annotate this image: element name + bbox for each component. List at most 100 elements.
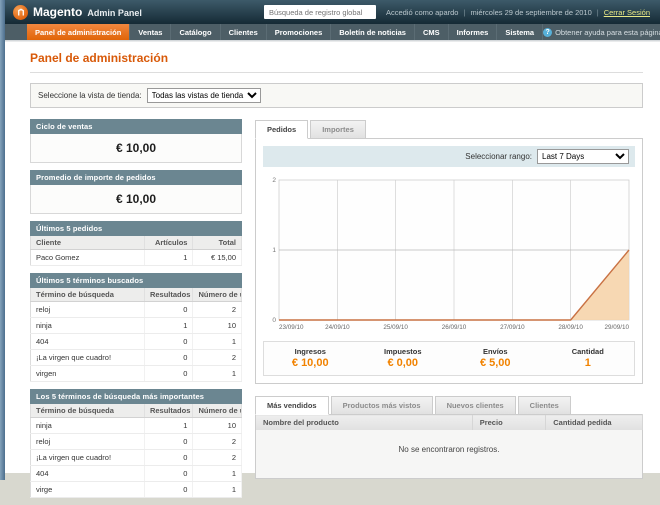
magento-admin-window: Magento Admin Panel Accedió como apardo … (5, 0, 660, 498)
svg-text:25/09/10: 25/09/10 (383, 324, 408, 331)
stat-value: € 10,00 (291, 357, 329, 369)
table-row[interactable]: ¡La virgen que cuadro! 0 2 (30, 449, 242, 466)
table-cell: ¡La virgen que cuadro! (30, 449, 145, 466)
stat-impuestos: Impuestos € 0,00 (357, 347, 450, 369)
store-switcher-label: Seleccione la vista de tienda: (38, 91, 142, 100)
main-menu-bar: Panel de administración Ventas Catálogo Cli… (5, 24, 660, 40)
nav-item-panel-de-administracion[interactable]: Panel de administración (27, 24, 131, 40)
svg-text:26/09/10: 26/09/10 (442, 324, 467, 331)
table-row[interactable]: virge 0 1 (30, 481, 242, 498)
nav-item-clientes[interactable]: Clientes (221, 24, 267, 40)
table-cell: 1 (192, 365, 242, 382)
range-select[interactable]: Last 7 Days (537, 149, 629, 164)
store-view-select[interactable]: Todas las vistas de tienda (146, 88, 261, 103)
nav-item-boletin-de-noticias[interactable]: Boletín de noticias (331, 24, 415, 40)
table-row[interactable]: ¡La virgen que cuadro! 0 2 (30, 349, 242, 366)
products-table: Nombre del producto Precio Cantidad pedida… (255, 414, 643, 479)
column-header-precio: Precio (472, 414, 547, 430)
table-cell: 2 (192, 349, 242, 366)
nav-item-informes[interactable]: Informes (449, 24, 498, 40)
page-title: Panel de administración (30, 51, 643, 73)
panel-title: Promedio de importe de pedidos (30, 170, 242, 185)
chart-tab-pedidos[interactable]: Pedidos (255, 120, 309, 139)
svg-text:27/09/10: 27/09/10 (500, 324, 525, 331)
table-cell: reloj (30, 433, 145, 450)
svg-text:23/09/10: 23/09/10 (279, 324, 304, 331)
panel-title: Últimos 5 términos buscados (30, 273, 242, 288)
table-cell: 1 (192, 481, 242, 498)
help-label: Obtener ayuda para esta página (555, 27, 660, 37)
stat-ingresos: Ingresos € 10,00 (264, 347, 357, 369)
top-search-terms-table: Término de búsquedaResultadosNúmero de u… (30, 404, 242, 498)
table-row[interactable]: 404 0 1 (30, 465, 242, 482)
nav-item-promociones[interactable]: Promociones (267, 24, 332, 40)
totals-row: Ingresos € 10,00 Impuestos € 0,00 Envíos € 5,… (263, 341, 635, 376)
chart-tab-importes[interactable]: Importes (310, 120, 366, 139)
average-orders-value: € 10,00 (30, 185, 242, 214)
table-row[interactable]: reloj 0 2 (30, 433, 242, 450)
header-separator: | (463, 7, 466, 17)
nav-item-sistema[interactable]: Sistema (497, 24, 544, 40)
store-switcher: Seleccione la vista de tienda: Todas las… (30, 83, 643, 108)
empty-records-message: No se encontraron registros. (255, 430, 643, 479)
stat-value: € 5,00 (479, 357, 511, 369)
dashboard-sidebar: Ciclo de ventas € 10,00 Promedio de impo… (30, 119, 242, 505)
column-header-total: Total (192, 236, 242, 250)
table-cell: 1 (192, 465, 242, 482)
nav-item-catalogo[interactable]: Catálogo (171, 24, 221, 40)
brand-name: Magento (33, 5, 83, 19)
stat-cantidad: Cantidad 1 (542, 347, 635, 369)
svg-text:2: 2 (272, 177, 276, 184)
logged-in-as: Accedió como apardo (385, 7, 459, 17)
table-cell: ¡La virgen que cuadro! (30, 349, 145, 366)
nav-item-ventas[interactable]: Ventas (130, 24, 172, 40)
table-row[interactable]: reloj 0 2 (30, 301, 242, 318)
help-icon: ? (543, 27, 553, 37)
table-cell: 0 (144, 365, 194, 382)
page-help-link[interactable]: ? Obtener ayuda para esta página (543, 24, 660, 40)
grid-tab-mas-vendidos[interactable]: Más vendidos (255, 396, 329, 415)
nav-item-cms[interactable]: CMS (415, 24, 449, 40)
svg-text:24/09/10: 24/09/10 (325, 324, 350, 331)
column-header-termino-de-busqueda: Término de búsqueda (30, 288, 145, 302)
global-search-input[interactable] (263, 5, 376, 19)
stat-label: Ingresos (294, 347, 326, 356)
column-header-numero-de-usos: Número de usos (192, 288, 242, 302)
column-header-cantidad-pedida: Cantidad pedida (545, 414, 643, 430)
chart-container: Seleccionar rango: Last 7 Days 0 1 2 23/09/… (255, 138, 643, 384)
stat-label: Impuestos (383, 347, 422, 356)
table-row[interactable]: 404 0 1 (30, 333, 242, 350)
panel-title: Ciclo de ventas (30, 119, 242, 134)
range-bar: Seleccionar rango: Last 7 Days (263, 146, 635, 167)
table-cell: virgen (30, 365, 145, 382)
header-separator: | (596, 7, 599, 17)
column-header-termino-de-busqueda: Término de búsqueda (30, 404, 145, 418)
dashboard-main: Pedidos Importes Seleccionar rango: Last … (255, 119, 643, 505)
table-cell: 404 (30, 465, 145, 482)
grid-tab-productos-mas-vistos[interactable]: Productos más vistos (330, 396, 433, 415)
table-row[interactable]: ninja 1 10 (30, 317, 242, 334)
nav-menu: Panel de administración Ventas Catálogo Cli… (27, 24, 544, 40)
column-header-resultados: Resultados (144, 404, 194, 418)
logout-link[interactable]: Cerrar Sesión (604, 8, 650, 17)
lifetime-sales-panel: Ciclo de ventas € 10,00 (30, 119, 242, 163)
table-cell: 10 (192, 317, 242, 334)
range-label: Seleccionar rango: (465, 152, 532, 161)
orders-area-chart: 0 1 2 23/09/10 24/09/10 25/09/10 26/09/10 27/09… (272, 177, 630, 331)
table-cell: 1 (144, 249, 194, 266)
grid-tab-nuevos-clientes[interactable]: Nuevos clientes (434, 396, 516, 415)
table-cell: 2 (192, 449, 242, 466)
stat-value: 1 (584, 357, 591, 369)
table-row[interactable]: virgen 0 1 (30, 365, 242, 382)
column-header-resultados: Resultados (144, 288, 194, 302)
table-cell: Paco Gomez (30, 249, 145, 266)
last-orders-panel: Últimos 5 pedidos Cliente Artículos Total P… (30, 221, 242, 266)
magento-logo-icon (13, 4, 28, 20)
svg-text:28/09/10: 28/09/10 (558, 324, 583, 331)
table-row[interactable]: Paco Gomez 1 € 15,00 (30, 249, 242, 266)
table-cell: 10 (192, 417, 242, 434)
grid-tab-clientes[interactable]: Clientes (517, 396, 571, 415)
panel-title: Los 5 términos de búsqueda más important… (30, 389, 242, 404)
table-row[interactable]: ninja 1 10 (30, 417, 242, 434)
table-cell: 0 (144, 465, 194, 482)
